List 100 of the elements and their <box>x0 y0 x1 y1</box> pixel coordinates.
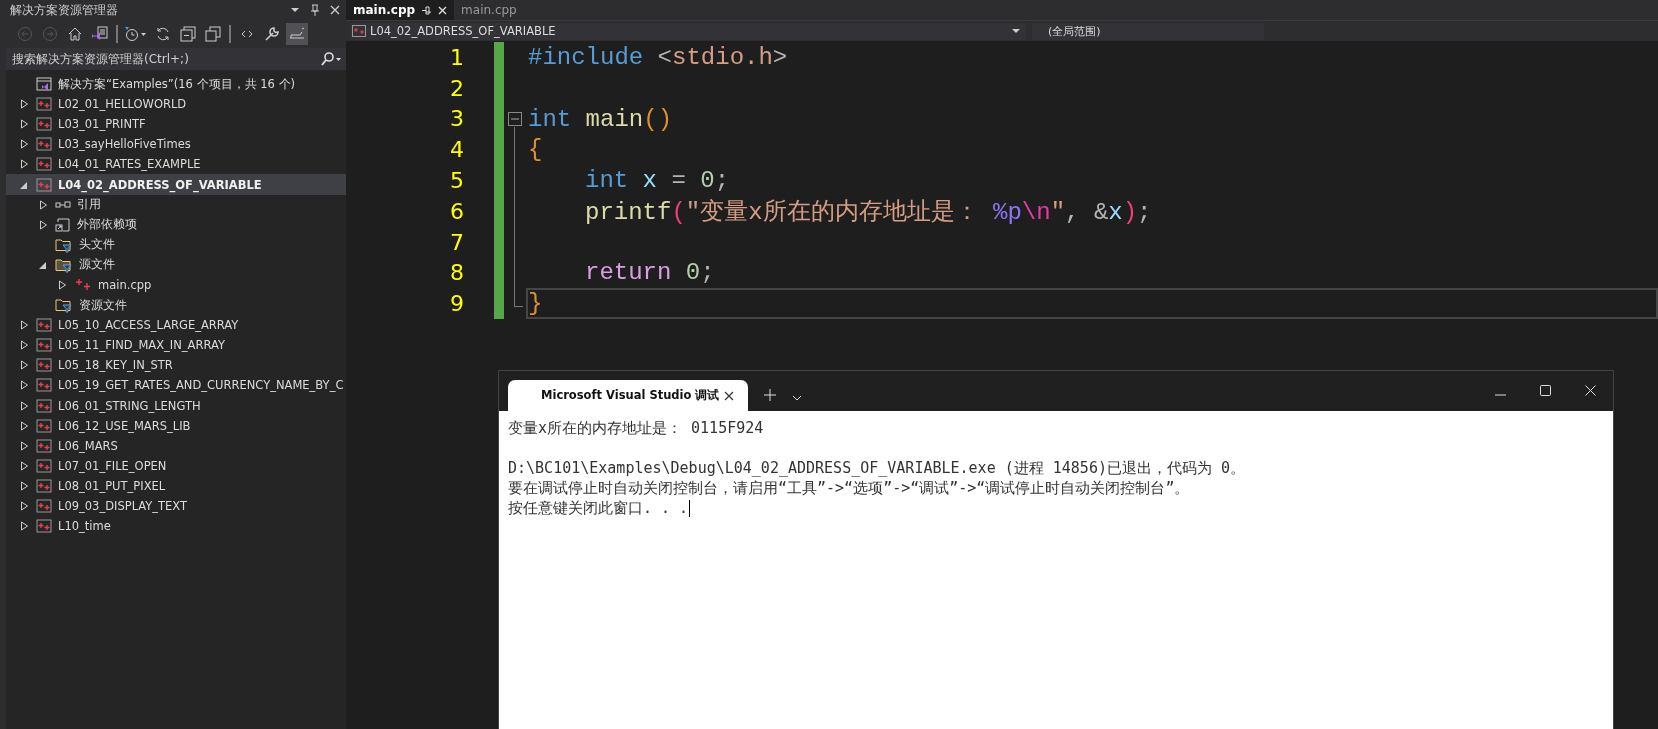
editor-tab[interactable]: main.cpp <box>346 0 455 20</box>
tree-item[interactable]: L05_19_GET_RATES_AND_CURRENCY_NAME_BY_C <box>6 375 346 396</box>
code-line: int main() <box>528 105 673 133</box>
project-icon <box>36 136 52 153</box>
tree-item[interactable]: L02_01_HELLOWORLD <box>6 94 346 115</box>
collapsed-arrow-icon[interactable] <box>19 340 29 351</box>
tree-item[interactable]: L05_11_FIND_MAX_IN_ARRAY <box>6 335 346 356</box>
dropdown-icon[interactable] <box>290 7 300 13</box>
solution-icon <box>36 76 52 93</box>
collapsed-arrow-icon[interactable] <box>38 219 48 230</box>
collapsed-arrow-icon[interactable] <box>19 380 29 391</box>
tree-item[interactable]: 引用 <box>6 194 346 215</box>
console-output-line: 按任意键关闭此窗口. . . <box>508 498 689 518</box>
tree-item[interactable]: L05_10_ACCESS_LARGE_ARRAY <box>6 315 346 336</box>
project-dropdown[interactable]: L04_02_ADDRESS_OF_VARIABLE <box>350 22 1026 40</box>
collapsed-arrow-icon[interactable] <box>19 320 29 331</box>
tree-item[interactable]: 头文件 <box>6 234 346 255</box>
collapsed-arrow-icon[interactable] <box>38 199 48 210</box>
collapsed-arrow-icon[interactable] <box>19 420 29 431</box>
dropdown-icon[interactable] <box>792 395 802 401</box>
project-icon <box>36 357 52 374</box>
project-icon <box>36 518 52 535</box>
collapsed-arrow-icon[interactable] <box>19 99 29 110</box>
tree-item[interactable]: L06_01_STRING_LENGTH <box>6 395 346 416</box>
project-icon <box>36 337 52 354</box>
caret-icon <box>1012 28 1020 34</box>
solution-label[interactable]: 解决方案“Examples”(16 个项目，共 16 个) <box>58 76 295 92</box>
tree-item[interactable]: L04_01_RATES_EXAMPLE <box>6 154 346 175</box>
project-icon <box>36 417 52 434</box>
close-icon[interactable] <box>724 390 734 401</box>
tree-item[interactable]: L06_MARS <box>6 435 346 456</box>
line-number: 8 <box>450 260 464 286</box>
tree-item[interactable]: L07_01_FILE_OPEN <box>6 455 346 476</box>
collapsed-arrow-icon[interactable] <box>19 119 29 130</box>
line-number: 1 <box>450 44 464 70</box>
copy-button[interactable] <box>202 23 224 45</box>
tree-item[interactable]: L08_01_PUT_PIXEL <box>6 475 346 496</box>
tree-item[interactable]: main.cpp <box>6 274 346 296</box>
code-line: #include <stdio.h> <box>528 43 788 71</box>
panel-title: 解决方案资源管理器 <box>10 1 119 19</box>
tree-item[interactable]: L06_12_USE_MARS_LIB <box>6 415 346 436</box>
tree-item[interactable]: 源文件 <box>6 254 346 275</box>
collapse-all-icon <box>180 26 196 42</box>
tree-item[interactable]: L04_02_ADDRESS_OF_VARIABLE <box>6 174 346 195</box>
code-line: { <box>528 136 543 164</box>
tree-item[interactable]: L03_01_PRINTF <box>6 114 346 135</box>
code-line: printf("变量x所在的内存地址是： %p\n", &x); <box>585 198 1152 228</box>
project-icon <box>36 377 52 394</box>
clock-dropdown-icon <box>124 26 148 42</box>
collapsed-arrow-icon[interactable] <box>19 501 29 511</box>
line-number: 9 <box>450 291 464 317</box>
code-line: return 0; <box>585 259 715 287</box>
solution-view-icon <box>91 26 109 42</box>
project-icon <box>36 457 52 474</box>
maximize-icon[interactable] <box>1540 385 1551 396</box>
external-dependencies-icon <box>55 216 71 233</box>
pin-icon[interactable] <box>421 5 433 15</box>
project-icon <box>36 176 52 193</box>
collapsed-arrow-icon[interactable] <box>19 159 29 170</box>
console-output-line: 变量x所在的内存地址是： 0115F924 <box>508 418 764 438</box>
collapsed-arrow-icon[interactable] <box>19 400 29 411</box>
tree-item[interactable]: L05_18_KEY_IN_STR <box>6 355 346 376</box>
line-number: 4 <box>450 137 464 163</box>
code-line: } <box>528 290 543 318</box>
filter-folder-icon <box>55 297 73 314</box>
preview-icon <box>288 26 306 42</box>
project-icon <box>36 116 52 133</box>
home-icon <box>67 26 83 42</box>
collapse-icon[interactable] <box>508 112 522 126</box>
filter-folder-icon <box>55 236 73 253</box>
sync-icon <box>155 26 171 42</box>
tree-item[interactable]: L03_sayHelloFiveTimes <box>6 134 346 155</box>
line-number: 3 <box>450 106 464 132</box>
collapsed-arrow-icon[interactable] <box>19 460 29 471</box>
collapsed-arrow-icon[interactable] <box>19 139 29 150</box>
console-tab[interactable]: Microsoft Visual Studio 调试 <box>508 380 748 411</box>
tree-item[interactable]: L09_03_DISPLAY_TEXT <box>6 495 346 517</box>
collapsed-arrow-icon[interactable] <box>19 521 29 532</box>
collapse-button[interactable] <box>177 23 199 45</box>
search-icon[interactable] <box>320 52 342 66</box>
new-tab-icon[interactable] <box>764 389 776 401</box>
project-icon <box>36 498 52 514</box>
collapsed-arrow-icon[interactable] <box>19 360 29 371</box>
scope-dropdown[interactable]: (全局范围) <box>1032 22 1264 40</box>
project-icon <box>36 317 52 334</box>
line-number: 7 <box>450 229 464 255</box>
pin-icon[interactable] <box>310 3 320 17</box>
project-icon <box>36 477 52 494</box>
project-icon <box>36 437 52 454</box>
tree-item[interactable]: 外部依赖项 <box>6 214 346 235</box>
wrench-icon <box>264 26 280 42</box>
collapsed-arrow-icon[interactable] <box>57 280 67 290</box>
tree-item[interactable]: 资源文件 <box>6 295 346 316</box>
collapsed-arrow-icon[interactable] <box>19 480 29 491</box>
project-icon <box>36 156 52 173</box>
collapsed-arrow-icon[interactable] <box>19 440 29 451</box>
project-icon <box>36 397 52 414</box>
tree-item[interactable]: L10_time <box>6 516 346 537</box>
code-line: int x = 0; <box>585 167 730 195</box>
stacked-pages-icon <box>205 26 221 42</box>
